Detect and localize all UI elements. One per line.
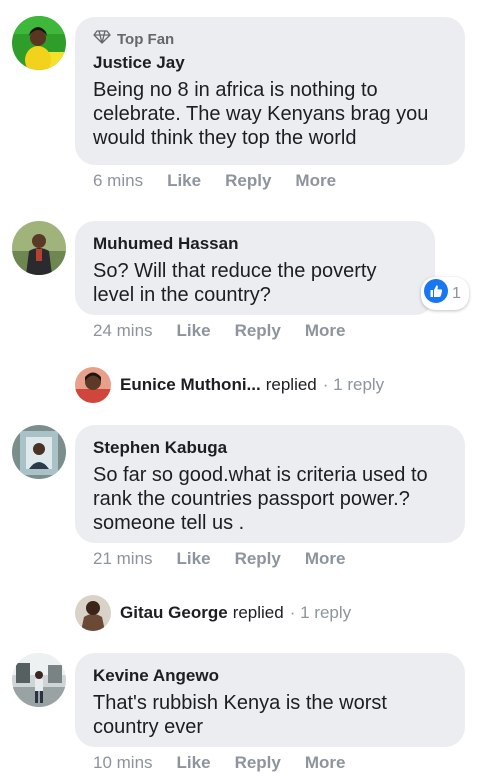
replied-label: replied	[232, 603, 284, 622]
replier-name[interactable]: Eunice Muthoni...	[120, 375, 261, 395]
like-button[interactable]: Like	[167, 171, 201, 191]
badge-label: Top Fan	[117, 30, 175, 48]
thumbs-up-icon	[424, 279, 448, 308]
avatar-muhumed-hassan[interactable]	[12, 221, 66, 275]
replier-name[interactable]: Gitau George	[120, 603, 228, 623]
reply-count[interactable]: · 1 reply	[290, 603, 351, 623]
comment-time: 21 mins	[93, 549, 153, 568]
more-button[interactable]: More	[305, 753, 346, 773]
more-button[interactable]: More	[305, 549, 346, 569]
commenter-name[interactable]: Muhumed Hassan	[93, 233, 417, 255]
like-button[interactable]: Like	[177, 549, 211, 569]
comment-text: So far so good.what is criteria used to …	[93, 464, 428, 534]
avatar-kevine-angewo[interactable]	[12, 653, 66, 707]
reply-count[interactable]: · 1 reply	[323, 375, 384, 395]
avatar-justice-jay[interactable]	[12, 16, 66, 70]
comment-text: That's rubbish Kenya is the worst countr…	[93, 692, 387, 738]
comment-bubble-justice-jay[interactable]: Top Fan Justice Jay Being no 8 in africa…	[75, 17, 465, 165]
reply-button[interactable]: Reply	[235, 753, 281, 773]
comment-text: Being no 8 in africa is nothing to celeb…	[93, 79, 429, 149]
comment-bubble-muhumed-hassan[interactable]: Muhumed Hassan So? Will that reduce the …	[75, 221, 435, 315]
reaction-count-pill[interactable]: 1	[421, 277, 469, 310]
reaction-count: 1	[452, 284, 461, 302]
diamond-icon	[93, 30, 111, 48]
more-button[interactable]: More	[295, 171, 336, 191]
reply-button[interactable]: Reply	[235, 321, 281, 341]
comment-time: 6 mins	[93, 171, 144, 190]
top-fan-badge: Top Fan	[93, 30, 447, 48]
like-button[interactable]: Like	[177, 321, 211, 341]
comment-text: So? Will that reduce the poverty level i…	[93, 260, 377, 306]
comment-actions: 6 mins Like Reply More	[93, 171, 360, 191]
replies-link[interactable]: Eunice Muthoni... replied · 1 reply	[75, 367, 384, 403]
reply-button[interactable]: Reply	[235, 549, 281, 569]
more-button[interactable]: More	[305, 321, 346, 341]
comment-bubble-stephen-kabuga[interactable]: Stephen Kabuga So far so good.what is cr…	[75, 425, 465, 543]
commenter-name[interactable]: Kevine Angewo	[93, 665, 447, 687]
comment-bubble-kevine-angewo[interactable]: Kevine Angewo That's rubbish Kenya is th…	[75, 653, 465, 747]
comment-time: 10 mins	[93, 753, 153, 772]
avatar-stephen-kabuga[interactable]	[12, 425, 66, 479]
comment-actions: 10 mins Like Reply More	[93, 753, 369, 773]
replies-link[interactable]: Gitau George replied · 1 reply	[75, 595, 351, 631]
comment-actions: 24 mins Like Reply More	[93, 321, 369, 341]
replied-label: replied	[265, 375, 317, 394]
comment-time: 24 mins	[93, 321, 153, 340]
like-button[interactable]: Like	[177, 753, 211, 773]
comment-actions: 21 mins Like Reply More	[93, 549, 369, 569]
avatar-gitau-george	[75, 595, 111, 631]
commenter-name[interactable]: Justice Jay	[93, 52, 447, 74]
avatar-eunice-muthoni	[75, 367, 111, 403]
commenter-name[interactable]: Stephen Kabuga	[93, 437, 447, 459]
reply-button[interactable]: Reply	[225, 171, 271, 191]
